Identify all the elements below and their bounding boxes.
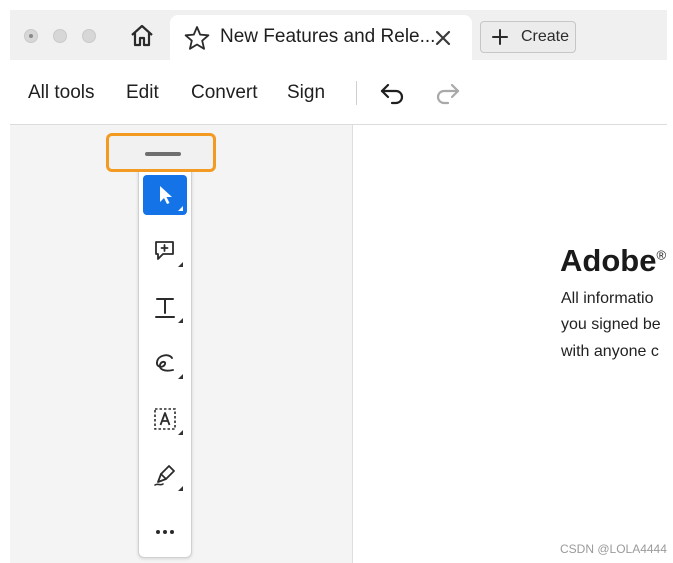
tab-title: New Features and Rele... xyxy=(220,26,436,47)
menu-edit[interactable]: Edit xyxy=(126,82,159,104)
rail-drag-handle[interactable] xyxy=(106,133,216,172)
sign-pen-icon xyxy=(154,465,175,486)
window-minimize-dot[interactable] xyxy=(53,29,67,43)
undo-icon[interactable] xyxy=(378,80,406,106)
submenu-indicator xyxy=(178,318,183,323)
document-line: All informatio xyxy=(561,290,654,307)
menu-sign[interactable]: Sign xyxy=(287,82,325,104)
document-heading: Adobe® xyxy=(560,243,667,278)
draw-freehand-icon xyxy=(156,354,174,372)
watermark: CSDN @LOLA4444 xyxy=(560,542,667,556)
tab-bar: New Features and Rele... Create xyxy=(10,10,667,61)
sign-tool-button[interactable] xyxy=(143,455,187,495)
menu-all-tools[interactable]: All tools xyxy=(28,82,95,104)
add-comment-icon xyxy=(155,241,174,260)
text-tool-button[interactable] xyxy=(143,287,187,327)
document-line: with anyone c xyxy=(561,343,659,360)
window-zoom-dot[interactable] xyxy=(82,29,96,43)
submenu-indicator xyxy=(178,430,183,435)
draw-tool-button[interactable] xyxy=(143,343,187,383)
submenu-indicator xyxy=(178,486,183,491)
toolbar-divider xyxy=(356,81,357,105)
text-recognition-icon xyxy=(154,408,176,430)
window-close-dot[interactable] xyxy=(24,29,38,43)
select-icon xyxy=(160,186,172,204)
grip-bar[interactable] xyxy=(145,152,181,156)
close-icon[interactable] xyxy=(432,27,454,49)
redo-icon[interactable] xyxy=(434,80,462,106)
text-tool-icon xyxy=(155,298,175,318)
more-icon xyxy=(156,530,174,534)
plus-icon xyxy=(492,29,508,45)
create-button[interactable]: Create xyxy=(480,21,576,53)
document-tab[interactable]: New Features and Rele... xyxy=(170,15,472,61)
document-line: you signed be xyxy=(561,316,661,333)
create-label: Create xyxy=(521,28,570,45)
main-toolbar: All tools Edit Convert Sign xyxy=(10,60,667,125)
text-recognition-button[interactable] xyxy=(143,399,187,439)
submenu-indicator xyxy=(178,374,183,379)
document-page: Adobe® All informatio you signed be with… xyxy=(353,125,673,563)
select-tool-button[interactable] xyxy=(143,175,187,215)
star-icon[interactable] xyxy=(184,25,210,51)
more-tools-button[interactable] xyxy=(143,511,187,551)
add-comment-button[interactable] xyxy=(143,231,187,271)
home-icon[interactable] xyxy=(128,22,156,50)
submenu-indicator xyxy=(178,206,183,211)
submenu-indicator xyxy=(178,262,183,267)
menu-convert[interactable]: Convert xyxy=(191,82,258,104)
